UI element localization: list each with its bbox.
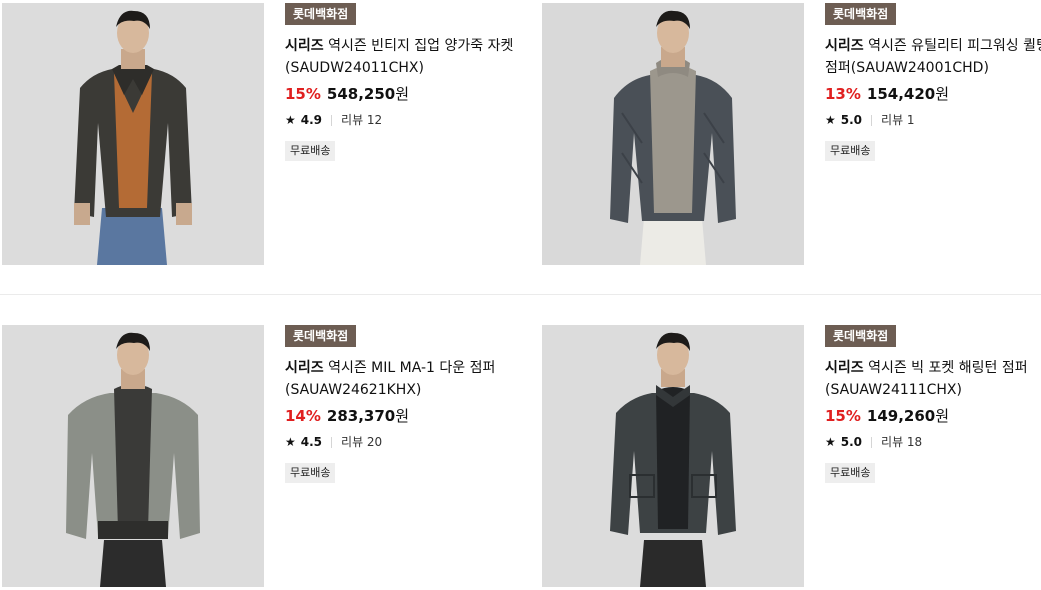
rating-row: ★ 5.0 리뷰 18 <box>825 433 1041 451</box>
rating-score: 5.0 <box>840 435 863 449</box>
product-image[interactable] <box>2 3 264 265</box>
rating-score: 4.9 <box>300 113 323 127</box>
star-icon: ★ <box>285 113 296 127</box>
rating-row: ★ 5.0 리뷰 1 <box>825 111 1041 129</box>
discount-rate: 15% <box>825 407 861 425</box>
product-title[interactable]: 시리즈 역시즌 유틸리티 피그워싱 퀼팅 점퍼(SAUAW24001CHD) <box>825 35 1041 79</box>
free-shipping-tag: 무료배송 <box>825 463 876 483</box>
review-count: 리뷰 20 <box>341 435 383 449</box>
store-badge: 롯데백화점 <box>285 325 357 347</box>
product-card[interactable]: 롯데백화점 시리즈 역시즌 유틸리티 피그워싱 퀼팅 점퍼(SAUAW24001… <box>542 3 1041 268</box>
product-title[interactable]: 시리즈 역시즌 MIL MA-1 다운 점퍼(SAUAW24621KHX) <box>285 357 517 401</box>
star-icon: ★ <box>825 113 836 127</box>
review-count: 리뷰 12 <box>341 113 383 127</box>
discount-rate: 15% <box>285 85 321 103</box>
brand-name: 시리즈 <box>825 38 864 54</box>
price-row: 15% 149,260원 <box>825 405 1041 427</box>
currency-unit: 원 <box>935 85 950 103</box>
product-title[interactable]: 시리즈 역시즌 빈티지 집업 양가죽 자켓(SAUDW24011CHX) <box>285 35 517 79</box>
product-image[interactable] <box>542 3 804 265</box>
free-shipping-tag: 무료배송 <box>285 463 336 483</box>
price-row: 13% 154,420원 <box>825 83 1041 105</box>
brand-name: 시리즈 <box>285 360 324 376</box>
free-shipping-tag: 무료배송 <box>825 141 876 161</box>
currency-unit: 원 <box>935 407 950 425</box>
star-icon: ★ <box>285 435 296 449</box>
price-row: 15% 548,250원 <box>285 83 515 105</box>
divider <box>871 436 873 448</box>
product-card[interactable]: 롯데백화점 시리즈 역시즌 빅 포켓 해링턴 점퍼(SAUAW24111CHX)… <box>542 325 1041 590</box>
review-count: 리뷰 18 <box>881 435 923 449</box>
rating-score: 5.0 <box>840 113 863 127</box>
quilted-jacket-model-photo <box>542 3 804 265</box>
sale-price: 149,260 <box>866 407 936 425</box>
leather-jacket-model-photo <box>2 3 264 265</box>
rating-score: 4.5 <box>300 435 323 449</box>
product-image[interactable] <box>542 325 804 587</box>
currency-unit: 원 <box>395 85 410 103</box>
store-badge: 롯데백화점 <box>825 3 897 25</box>
free-shipping-tag: 무료배송 <box>285 141 336 161</box>
sale-price: 548,250 <box>326 85 396 103</box>
row-divider <box>0 294 1041 295</box>
store-badge: 롯데백화점 <box>825 325 897 347</box>
product-title[interactable]: 시리즈 역시즌 빅 포켓 해링턴 점퍼(SAUAW24111CHX) <box>825 357 1041 401</box>
sale-price: 283,370 <box>326 407 396 425</box>
store-badge: 롯데백화점 <box>285 3 357 25</box>
price-row: 14% 283,370원 <box>285 405 515 427</box>
rating-row: ★ 4.9 리뷰 12 <box>285 111 515 129</box>
divider <box>331 114 333 126</box>
divider <box>331 436 333 448</box>
harrington-jacket-model-photo <box>542 325 804 587</box>
star-icon: ★ <box>825 435 836 449</box>
discount-rate: 13% <box>825 85 861 103</box>
product-card[interactable]: 롯데백화점 시리즈 역시즌 MIL MA-1 다운 점퍼(SAUAW24621K… <box>2 325 522 590</box>
bomber-jacket-model-photo <box>2 325 264 587</box>
product-image[interactable] <box>2 325 264 587</box>
discount-rate: 14% <box>285 407 321 425</box>
brand-name: 시리즈 <box>285 38 324 54</box>
review-count: 리뷰 1 <box>881 113 915 127</box>
rating-row: ★ 4.5 리뷰 20 <box>285 433 515 451</box>
product-card[interactable]: 롯데백화점 시리즈 역시즌 빈티지 집업 양가죽 자켓(SAUDW24011CH… <box>2 3 522 268</box>
brand-name: 시리즈 <box>825 360 864 376</box>
divider <box>871 114 873 126</box>
currency-unit: 원 <box>395 407 410 425</box>
sale-price: 154,420 <box>866 85 936 103</box>
